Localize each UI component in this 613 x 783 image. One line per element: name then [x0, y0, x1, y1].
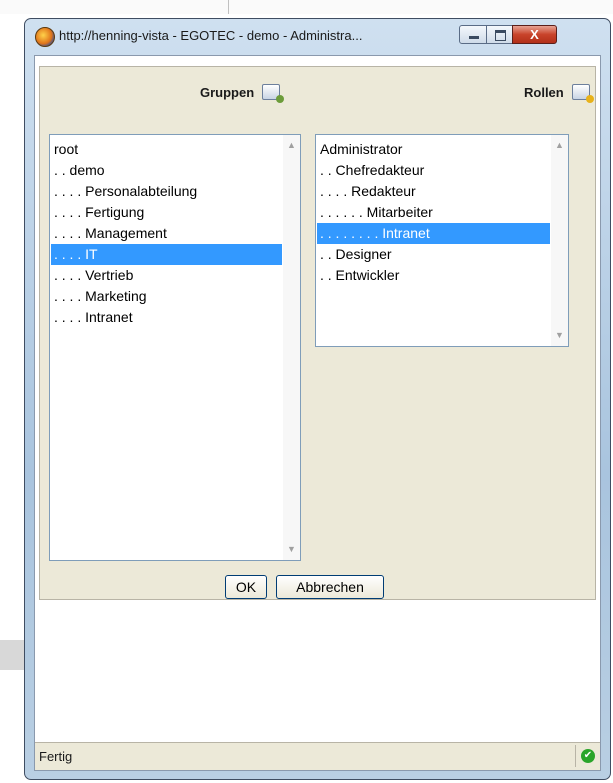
status-divider [575, 745, 576, 767]
scroll-up-icon[interactable]: ▲ [551, 137, 568, 154]
status-text: Fertig [39, 749, 73, 764]
group-item[interactable]: . . . . Personalabteilung [51, 181, 282, 202]
group-item[interactable]: root [51, 139, 282, 160]
group-item[interactable]: . . . . IT [51, 244, 282, 265]
background-browser-strip [0, 0, 613, 14]
window-content: Gruppen Rollen root. . demo. . . . Perso… [34, 55, 601, 771]
group-item[interactable]: . . . . Vertrieb [51, 265, 282, 286]
group-item[interactable]: . . . . Marketing [51, 286, 282, 307]
role-item[interactable]: . . Designer [317, 244, 550, 265]
role-item[interactable]: Administrator [317, 139, 550, 160]
roles-list: Administrator. . Chefredakteur. . . . Re… [317, 139, 550, 286]
group-item[interactable]: . . . . Management [51, 223, 282, 244]
scroll-down-icon[interactable]: ▼ [551, 327, 568, 344]
group-item[interactable]: . . demo [51, 160, 282, 181]
role-item[interactable]: . . . . . . . . Intranet [317, 223, 550, 244]
role-item[interactable]: . . Entwickler [317, 265, 550, 286]
group-icon [262, 84, 284, 103]
role-item[interactable]: . . Chefredakteur [317, 160, 550, 181]
role-icon [572, 84, 594, 103]
groups-list: root. . demo. . . . Personalabteilung. .… [51, 139, 282, 328]
scroll-up-icon[interactable]: ▲ [283, 137, 300, 154]
check-icon: ✔ [581, 749, 595, 763]
roles-listbox[interactable]: Administrator. . Chefredakteur. . . . Re… [315, 134, 569, 347]
group-item[interactable]: . . . . Fertigung [51, 202, 282, 223]
groups-scrollbar[interactable]: ▲ ▼ [283, 135, 300, 560]
roles-header: Rollen [524, 85, 564, 100]
groups-header: Gruppen [200, 85, 255, 100]
title-bar[interactable]: http://henning-vista - EGOTEC - demo - A… [25, 19, 610, 53]
ok-button[interactable]: OK [225, 575, 267, 599]
close-button[interactable]: X [512, 25, 557, 44]
cancel-button[interactable]: Abbrechen [276, 575, 384, 599]
groups-listbox[interactable]: root. . demo. . . . Personalabteilung. .… [49, 134, 301, 561]
assignment-panel: Gruppen Rollen root. . demo. . . . Perso… [39, 66, 596, 600]
status-bar: Fertig ✔ [35, 742, 600, 770]
maximize-button[interactable] [486, 25, 513, 44]
role-item[interactable]: . . . . . . Mitarbeiter [317, 202, 550, 223]
role-item[interactable]: . . . . Redakteur [317, 181, 550, 202]
minimize-button[interactable] [459, 25, 487, 44]
window-title: http://henning-vista - EGOTEC - demo - A… [59, 28, 363, 43]
popup-window: http://henning-vista - EGOTEC - demo - A… [24, 18, 611, 780]
scroll-down-icon[interactable]: ▼ [283, 541, 300, 558]
background-edge [0, 640, 24, 670]
close-icon: X [530, 27, 539, 42]
roles-scrollbar[interactable]: ▲ ▼ [551, 135, 568, 346]
firefox-icon [35, 27, 55, 47]
group-item[interactable]: . . . . Intranet [51, 307, 282, 328]
